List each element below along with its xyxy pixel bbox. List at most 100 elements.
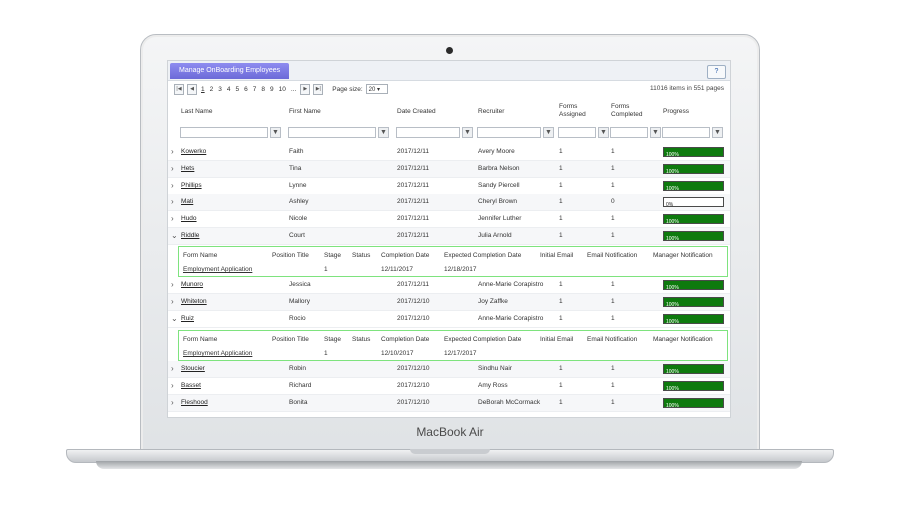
forms-completed-cell: 1: [611, 382, 615, 389]
column-header-last-name[interactable]: Last Name: [181, 108, 212, 116]
progress-bar: 100%: [663, 398, 724, 409]
last-name-link[interactable]: Hets: [181, 165, 194, 172]
progress-bar: 100%: [663, 181, 724, 192]
recruiter-cell: Sindhu Nair: [478, 365, 512, 372]
window-title-tab[interactable]: Manage OnBoarding Employees: [170, 63, 290, 79]
forms-completed-cell: 1: [611, 315, 615, 322]
recruiter-cell: Sandy Piercell: [478, 182, 520, 189]
progress-label: 100%: [666, 285, 679, 291]
last-name-link[interactable]: Hudo: [181, 215, 197, 222]
expand-row-icon[interactable]: ›: [171, 381, 174, 390]
forms-completed-cell: 1: [611, 365, 615, 372]
next-page-button[interactable]: ▶: [300, 83, 311, 95]
first-page-button[interactable]: |◀: [174, 83, 184, 95]
last-name-link[interactable]: Basset: [181, 382, 201, 389]
filter-input-date-created[interactable]: [396, 127, 460, 138]
pager: |◀ ◀ 1 2 3 4 5 6 7 8 9 10 ... ▶ ▶| Page …: [174, 83, 388, 95]
last-name-link[interactable]: Fleshood: [181, 399, 208, 406]
filter-input-progress[interactable]: [662, 127, 710, 138]
first-name-cell: Nicole: [289, 215, 308, 222]
progress-bar: 100%: [663, 364, 724, 375]
funnel-icon[interactable]: ▼: [712, 127, 723, 138]
page-size-select[interactable]: 20 ▾: [365, 84, 388, 94]
date-created-cell: 2017/12/10: [397, 399, 430, 406]
page-ellipsis[interactable]: ...: [290, 86, 297, 93]
table-row: › Munoro Jessica 2017/12/11 Anne-Marie Corap…: [168, 277, 730, 294]
last-name-link[interactable]: Ruiz: [181, 315, 194, 322]
detail-header-stage: Stage: [324, 252, 341, 259]
filter-input-forms-completed[interactable]: [610, 127, 648, 138]
last-name-link[interactable]: Mati: [181, 198, 193, 205]
column-header-recruiter[interactable]: Recruiter: [478, 108, 504, 116]
column-header-forms-assigned[interactable]: Forms Assigned: [559, 103, 599, 119]
page-link[interactable]: 4: [226, 86, 232, 93]
page-link[interactable]: 3: [217, 86, 223, 93]
funnel-icon[interactable]: ▼: [543, 127, 554, 138]
expand-row-icon[interactable]: ›: [171, 297, 174, 306]
forms-assigned-cell: 1: [559, 365, 563, 372]
last-page-button[interactable]: ▶|: [313, 83, 324, 95]
detail-header-completion-date: Completion Date: [381, 252, 430, 259]
filter-input-forms-assigned[interactable]: [558, 127, 596, 138]
page-link[interactable]: 8: [260, 86, 266, 93]
column-header-first-name[interactable]: First Name: [289, 108, 321, 116]
expand-row-icon[interactable]: ›: [171, 164, 174, 173]
page-link[interactable]: 5: [235, 86, 241, 93]
recruiter-cell: Amy Ross: [478, 382, 508, 389]
recruiter-cell: Joy Zaffke: [478, 298, 508, 305]
detail-header-email-notification: Email Notification: [587, 336, 638, 343]
forms-completed-cell: 1: [611, 232, 615, 239]
expand-row-icon[interactable]: ⌄: [171, 314, 178, 323]
last-name-link[interactable]: Whiteton: [181, 298, 207, 305]
form-name-link[interactable]: Employment Application: [183, 266, 252, 273]
app-screen: Manage OnBoarding Employees ? |◀ ◀ 1 2 3…: [167, 60, 731, 418]
expand-row-icon[interactable]: ›: [171, 364, 174, 373]
prev-page-button[interactable]: ◀: [187, 83, 197, 95]
column-header-progress[interactable]: Progress: [663, 108, 689, 116]
page-link[interactable]: 1: [200, 86, 206, 93]
funnel-icon[interactable]: ▼: [378, 127, 389, 138]
expand-row-icon[interactable]: ⌄: [171, 231, 178, 240]
expand-row-icon[interactable]: ›: [171, 197, 174, 206]
form-name-link[interactable]: Employment Application: [183, 350, 252, 357]
column-header-forms-completed[interactable]: Forms Completed: [611, 103, 651, 119]
items-info: 11016 items in 551 pages: [650, 85, 724, 92]
detail-expected-date-cell: 12/18/2017: [444, 266, 477, 273]
date-created-cell: 2017/12/11: [397, 182, 430, 189]
last-name-link[interactable]: Stoucier: [181, 365, 205, 372]
expand-row-icon[interactable]: ›: [171, 181, 174, 190]
page-link[interactable]: 7: [252, 86, 258, 93]
column-header-date-created[interactable]: Date Created: [397, 108, 436, 116]
detail-header-stage: Stage: [324, 336, 341, 343]
last-name-link[interactable]: Phillips: [181, 182, 202, 189]
forms-completed-cell: 1: [611, 281, 615, 288]
filter-input-first-name[interactable]: [288, 127, 376, 138]
funnel-icon[interactable]: ▼: [462, 127, 473, 138]
funnel-icon[interactable]: ▼: [598, 127, 609, 138]
last-name-link[interactable]: Kowerko: [181, 148, 206, 155]
date-created-cell: 2017/12/10: [397, 382, 430, 389]
progress-label: 0%: [666, 202, 674, 208]
help-button[interactable]: ?: [707, 65, 726, 79]
filter-input-last-name[interactable]: [180, 127, 268, 138]
expand-row-icon[interactable]: ›: [171, 214, 174, 223]
progress-label: 100%: [666, 319, 679, 325]
detail-header-manager-notification: Manager Notification: [653, 336, 713, 343]
forms-assigned-cell: 1: [559, 165, 563, 172]
progress-bar: 100%: [663, 297, 724, 308]
last-name-link[interactable]: Riddle: [181, 232, 199, 239]
filter-input-recruiter[interactable]: [477, 127, 541, 138]
page-link[interactable]: 2: [209, 86, 215, 93]
last-name-link[interactable]: Munoro: [181, 281, 203, 288]
funnel-icon[interactable]: ▼: [650, 127, 661, 138]
forms-assigned-cell: 1: [559, 382, 563, 389]
expand-row-icon[interactable]: ›: [171, 398, 174, 407]
page-link[interactable]: 6: [243, 86, 249, 93]
page-link[interactable]: 9: [269, 86, 275, 93]
expand-row-icon[interactable]: ›: [171, 280, 174, 289]
forms-assigned-cell: 1: [559, 148, 563, 155]
funnel-icon[interactable]: ▼: [270, 127, 281, 138]
detail-stage-cell: 1: [324, 350, 328, 357]
page-link[interactable]: 10: [278, 86, 287, 93]
expand-row-icon[interactable]: ›: [171, 147, 174, 156]
